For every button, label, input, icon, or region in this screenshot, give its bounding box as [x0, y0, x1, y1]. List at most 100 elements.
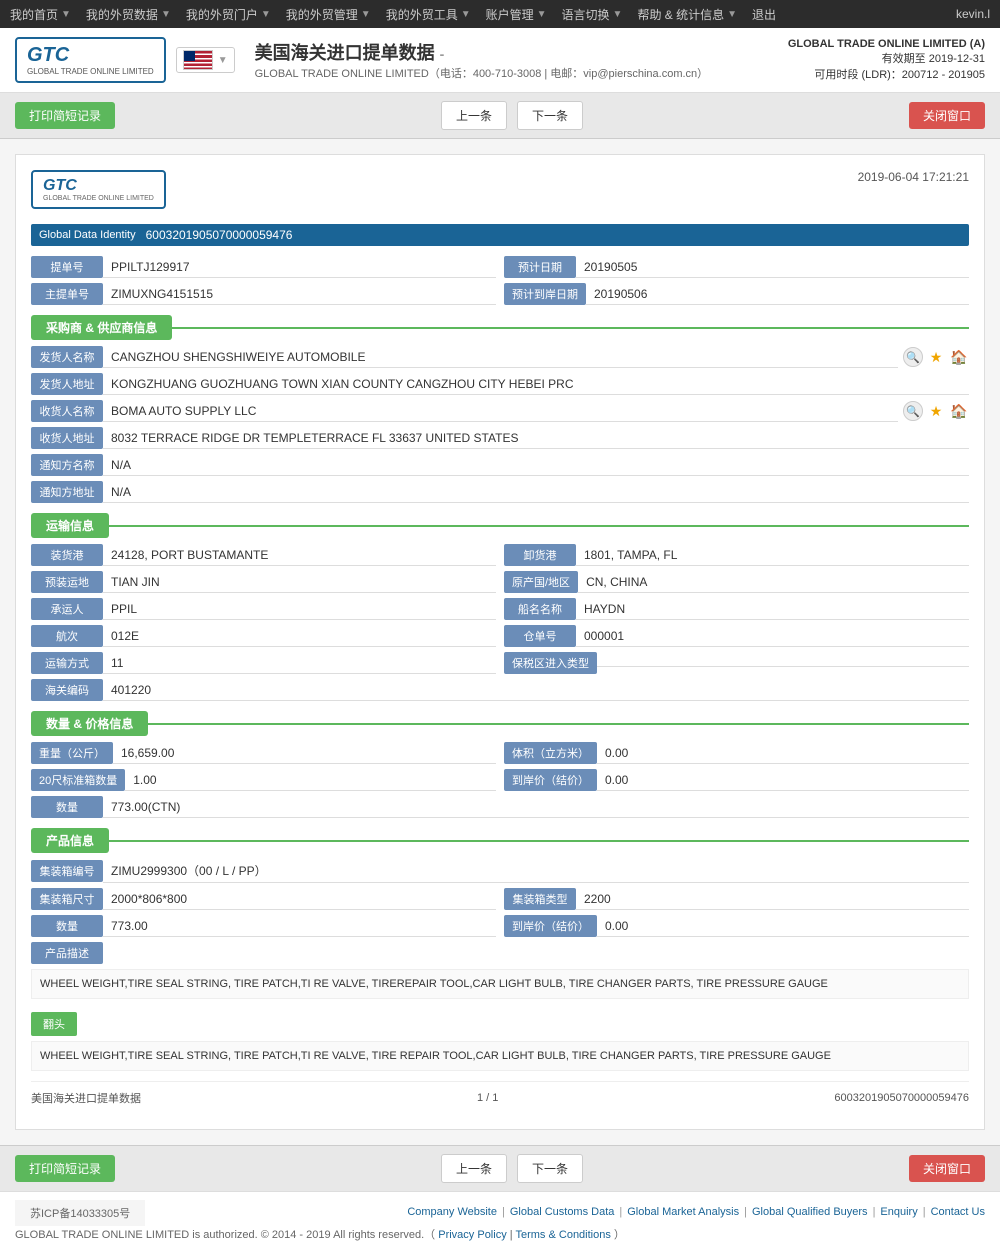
container-size-row: 集装箱尺寸 2000*806*800 集装箱类型 2200	[31, 888, 969, 910]
product-price-value: 0.00	[597, 916, 969, 937]
voyage-value: 012E	[103, 626, 496, 647]
doc-footer-left: 美国海关进口提单数据	[31, 1090, 141, 1106]
product-price-label: 到岸价（结价）	[504, 915, 597, 937]
footer-link-company[interactable]: Company Website	[407, 1206, 497, 1218]
gdi-label: Global Data Identity	[39, 229, 136, 241]
page-header: GTC GLOBAL TRADE ONLINE LIMITED ▼ 美国海关进口…	[0, 28, 1000, 93]
transport-mode-value: 11	[103, 653, 496, 674]
footer-link-market[interactable]: Global Market Analysis	[627, 1206, 739, 1218]
nav-manage[interactable]: 我的外贸管理 ▼	[286, 6, 371, 23]
volume-value: 0.00	[597, 743, 969, 764]
carrier-col: 承运人 PPIL	[31, 598, 496, 620]
terms-link[interactable]: Terms & Conditions	[515, 1229, 610, 1241]
doc-logo: GTC GLOBAL TRADE ONLINE LIMITED	[31, 170, 166, 209]
nav-data[interactable]: 我的外贸数据 ▼	[86, 6, 171, 23]
main-content: GTC GLOBAL TRADE ONLINE LIMITED 2019-06-…	[0, 139, 1000, 1145]
bonded-col: 保税区进入类型	[504, 652, 969, 674]
close-button-top[interactable]: 关闭窗口	[909, 102, 985, 129]
top-navigation: 我的首页 ▼ 我的外贸数据 ▼ 我的外贸门户 ▼ 我的外贸管理 ▼ 我的外贸工具…	[0, 0, 1000, 28]
origin-label: 原产国/地区	[504, 571, 578, 593]
print-button-bottom[interactable]: 打印简短记录	[15, 1155, 115, 1182]
voyage-label: 航次	[31, 625, 103, 647]
product-price-col: 到岸价（结价） 0.00	[504, 915, 969, 937]
supply-section-title: 采购商 & 供应商信息	[31, 315, 172, 340]
close-button-bottom[interactable]: 关闭窗口	[909, 1155, 985, 1182]
load-port-label: 装货港	[31, 544, 103, 566]
arrow-icon: ▼	[361, 9, 371, 20]
sep3: |	[744, 1206, 747, 1218]
logo-sub: GLOBAL TRADE ONLINE LIMITED	[27, 67, 154, 76]
transport-mode-row: 运输方式 11 保税区进入类型	[31, 652, 969, 674]
voyage-col: 航次 012E	[31, 625, 496, 647]
nav-tools[interactable]: 我的外贸工具 ▼	[386, 6, 471, 23]
nav-home[interactable]: 我的首页 ▼	[10, 6, 71, 23]
nav-help[interactable]: 帮助 & 统计信息 ▼	[637, 6, 737, 23]
top-toolbar: 打印简短记录 上一条 下一条 关闭窗口	[0, 93, 1000, 139]
unload-port-value: 1801, TAMPA, FL	[576, 545, 969, 566]
container-type-label: 集装箱类型	[504, 888, 576, 910]
container-no-label: 集装箱编号	[31, 860, 103, 882]
voyage-row: 航次 012E 仓单号 000001	[31, 625, 969, 647]
footer-link-buyers[interactable]: Global Qualified Buyers	[752, 1206, 868, 1218]
page-title: 美国海关进口提单数据 -	[255, 39, 788, 65]
translate-button[interactable]: 翻头	[31, 1012, 77, 1036]
nav-account[interactable]: 账户管理 ▼	[486, 6, 547, 23]
container-size-col: 集装箱尺寸 2000*806*800	[31, 888, 496, 910]
footer-copyright: GLOBAL TRADE ONLINE LIMITED is authorize…	[15, 1226, 985, 1242]
volume-col: 体积（立方米） 0.00	[504, 742, 969, 764]
main-bill-col: 主提单号 ZIMUXNG4151515	[31, 283, 496, 305]
arrow-icon: ▼	[461, 9, 471, 20]
header-center: 美国海关进口提单数据 - GLOBAL TRADE ONLINE LIMITED…	[235, 39, 788, 81]
consignee-address-value: 8032 TERRACE RIDGE DR TEMPLETERRACE FL 3…	[103, 428, 969, 449]
bonded-value	[597, 660, 969, 667]
notify-address-value: N/A	[103, 482, 969, 503]
container-qty-label: 20尺标准箱数量	[31, 769, 125, 791]
data-section-title: 数量 & 价格信息	[31, 711, 148, 736]
qty-value: 773.00(CTN)	[103, 797, 969, 818]
nav-language[interactable]: 语言切换 ▼	[562, 6, 623, 23]
arrival-price-value: 0.00	[597, 770, 969, 791]
star-icon[interactable]: ★	[926, 401, 946, 421]
shipper-name-label: 发货人名称	[31, 346, 103, 368]
home-icon[interactable]: 🏠	[949, 347, 969, 367]
footer-link-contact[interactable]: Contact Us	[931, 1206, 985, 1218]
arrival-date-col: 预计日期 20190505	[504, 256, 969, 278]
footer-link-enquiry[interactable]: Enquiry	[880, 1206, 917, 1218]
bill-no-col: 提单号 PPILTJ129917	[31, 256, 496, 278]
notify-address-label: 通知方地址	[31, 481, 103, 503]
main-bill-label: 主提单号	[31, 283, 103, 305]
sep2: |	[619, 1206, 622, 1218]
icp-number: 苏ICP备14033305号	[15, 1200, 145, 1226]
footer-link-customs[interactable]: Global Customs Data	[510, 1206, 615, 1218]
language-selector[interactable]: ▼	[176, 47, 235, 73]
prev-button-bottom[interactable]: 上一条	[441, 1154, 507, 1183]
home-icon[interactable]: 🏠	[949, 401, 969, 421]
product-section-header: 产品信息	[31, 828, 969, 853]
qty-row: 数量 773.00(CTN)	[31, 796, 969, 818]
next-button-bottom[interactable]: 下一条	[517, 1154, 583, 1183]
star-icon[interactable]: ★	[926, 347, 946, 367]
transport-mode-col: 运输方式 11	[31, 652, 496, 674]
nav-portal[interactable]: 我的外贸门户 ▼	[186, 6, 271, 23]
load-port-value: 24128, PORT BUSTAMANTE	[103, 545, 496, 566]
customs-value: 401220	[103, 680, 969, 701]
next-button-top[interactable]: 下一条	[517, 101, 583, 130]
doc-logo-text: GTC	[43, 177, 154, 195]
consignee-name-value: BOMA AUTO SUPPLY LLC	[103, 401, 898, 422]
privacy-policy-link[interactable]: Privacy Policy	[438, 1229, 506, 1241]
nav-logout[interactable]: 退出	[752, 6, 776, 23]
bill-no-label: 提单号	[31, 256, 103, 278]
arrow-icon: ▼	[727, 9, 737, 20]
search-icon[interactable]: 🔍	[903, 401, 923, 421]
transport-section-line	[109, 525, 969, 527]
product-section-line	[109, 840, 969, 842]
search-icon[interactable]: 🔍	[903, 347, 923, 367]
print-button-top[interactable]: 打印简短记录	[15, 102, 115, 129]
origin-value: CN, CHINA	[578, 572, 969, 593]
consignee-address-row: 收货人地址 8032 TERRACE RIDGE DR TEMPLETERRAC…	[31, 427, 969, 449]
document-card: GTC GLOBAL TRADE ONLINE LIMITED 2019-06-…	[15, 154, 985, 1130]
product-section-title: 产品信息	[31, 828, 109, 853]
doc-footer-right: 6003201905070000059476	[834, 1092, 969, 1104]
container-type-value: 2200	[576, 889, 969, 910]
prev-button-top[interactable]: 上一条	[441, 101, 507, 130]
